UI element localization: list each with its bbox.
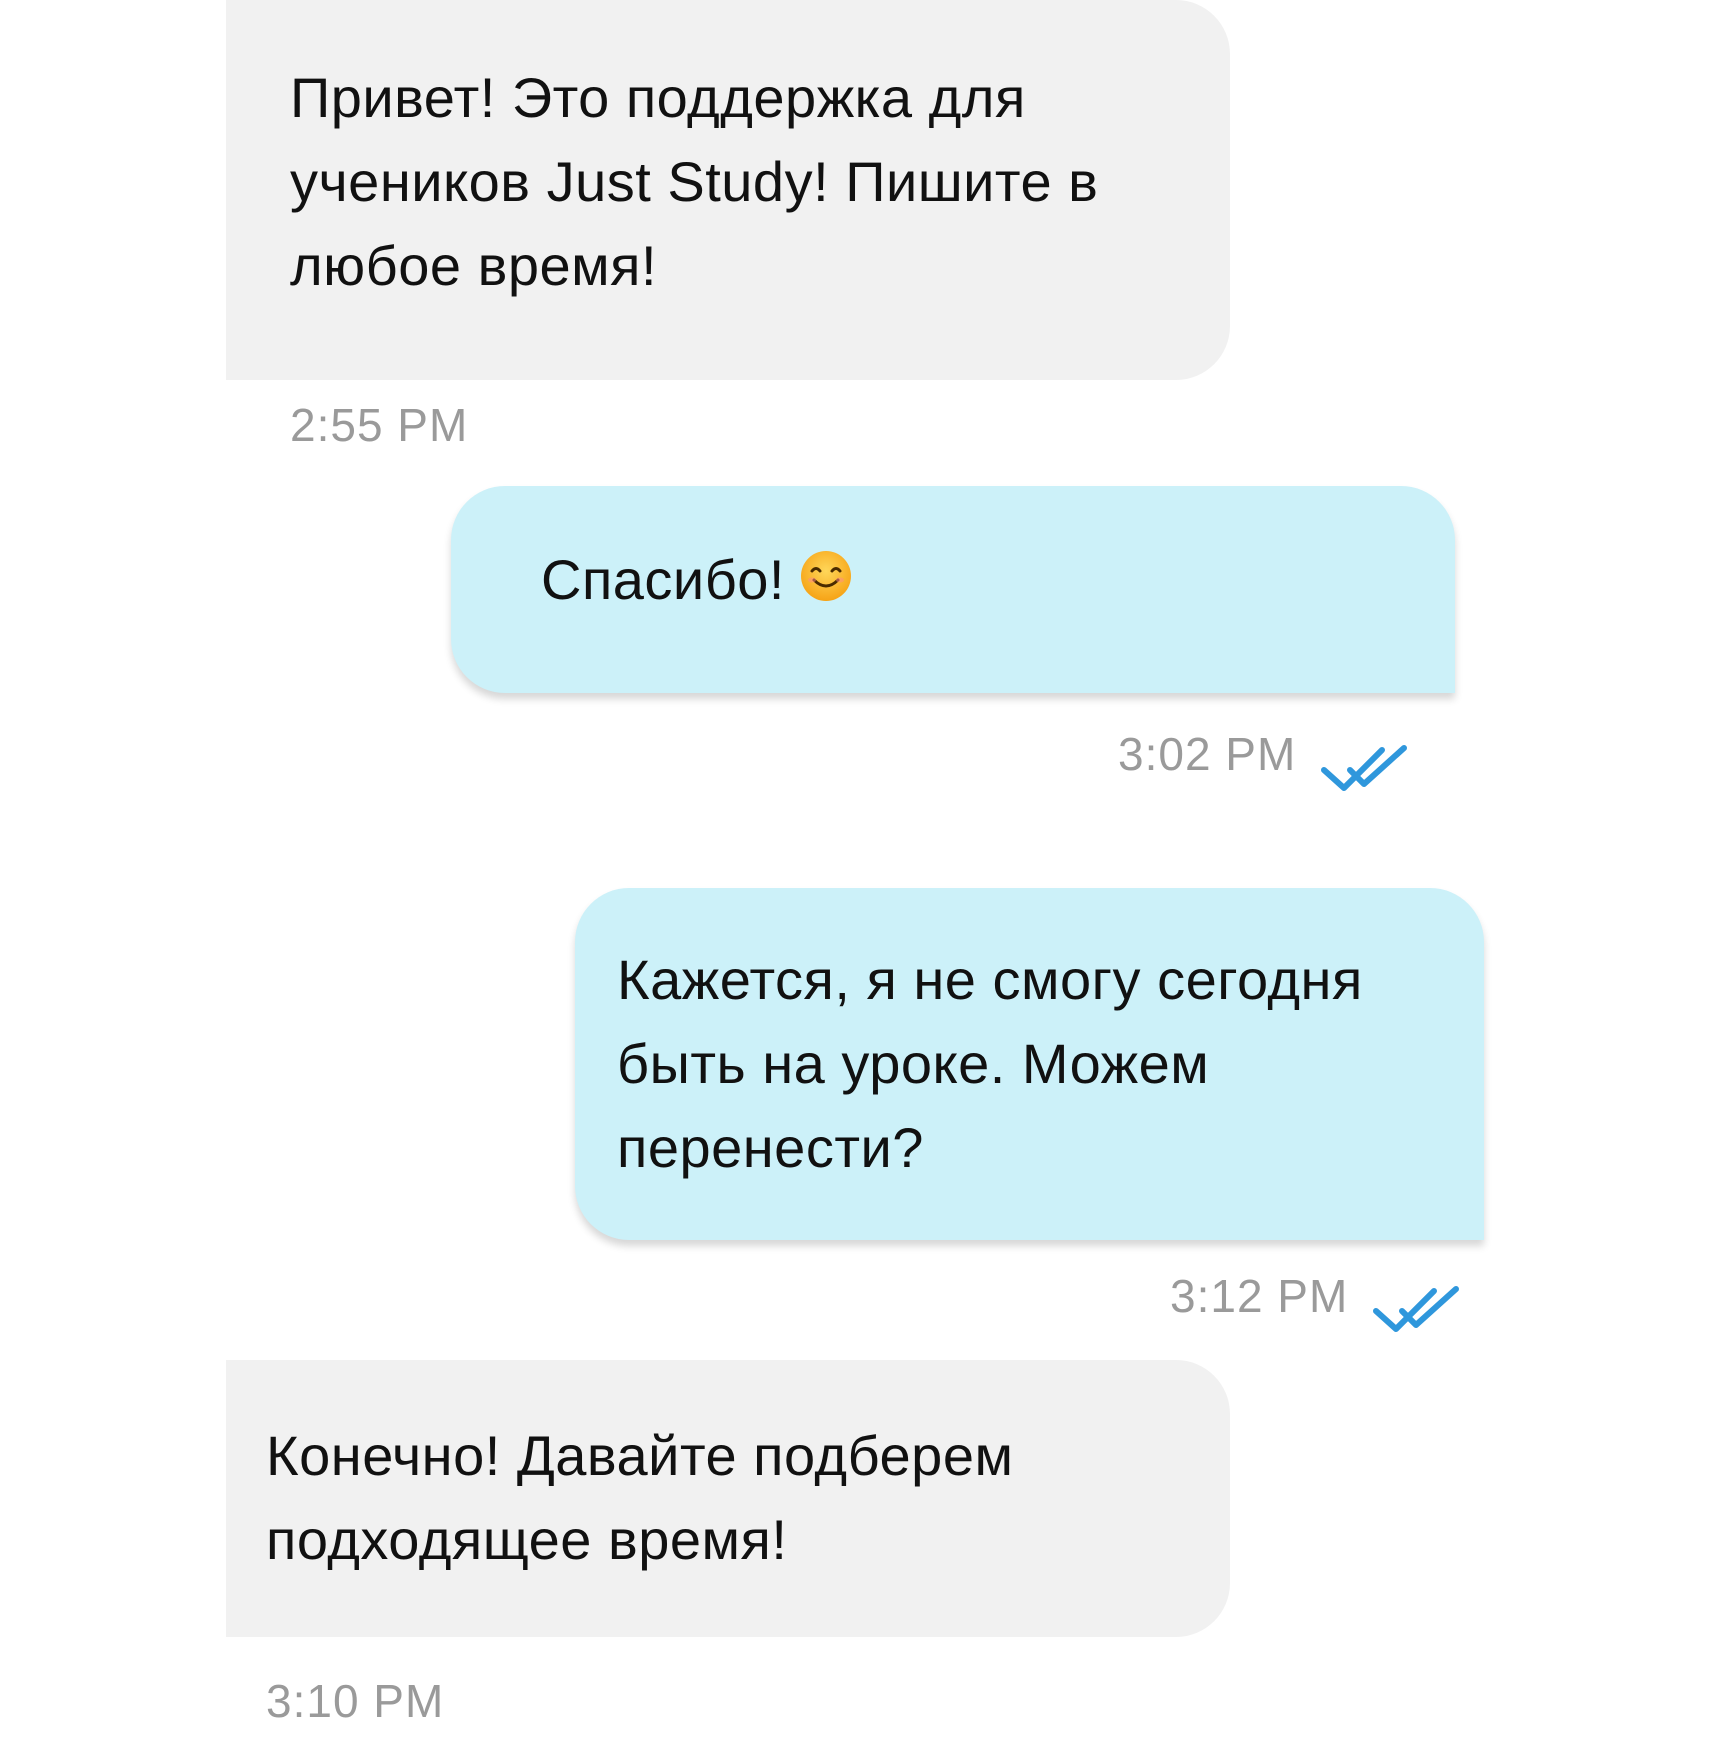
message-timestamp: 2:55 PM [290,399,469,451]
message-timestamp: 3:12 PM [1170,1270,1349,1322]
message-text-line: перенести? [617,1116,924,1179]
message-text: Спасибо! [541,548,785,611]
message-timestamp: 3:10 PM [266,1675,445,1727]
message-text-line: Кажется, я не смогу сегодня [617,948,1363,1011]
message-text-line: учеников Just Study! Пишите в [290,150,1099,213]
message-text-line: Конечно! Давайте подберем [266,1424,1014,1487]
message-text-line: Привет! Это поддержка для [290,66,1026,129]
smiling-face-icon [800,551,851,601]
outgoing-message-bubble[interactable]: Спасибо! [451,486,1455,693]
incoming-message-bubble[interactable]: Конечно! Давайте подберем подходящее вре… [226,1360,1230,1637]
read-check-icon [1373,1286,1459,1332]
message-text-line: любое время! [290,234,658,297]
incoming-message-bubble[interactable]: Привет! Это поддержка для учеников Just … [226,0,1230,380]
message-text-line: подходящее время! [266,1508,788,1571]
outgoing-message-bubble[interactable]: Кажется, я не смогу сегодня быть на урок… [575,888,1484,1240]
message-text-line: быть на уроке. Можем [617,1032,1210,1095]
message-timestamp: 3:02 PM [1118,728,1297,780]
read-check-icon [1321,745,1407,791]
